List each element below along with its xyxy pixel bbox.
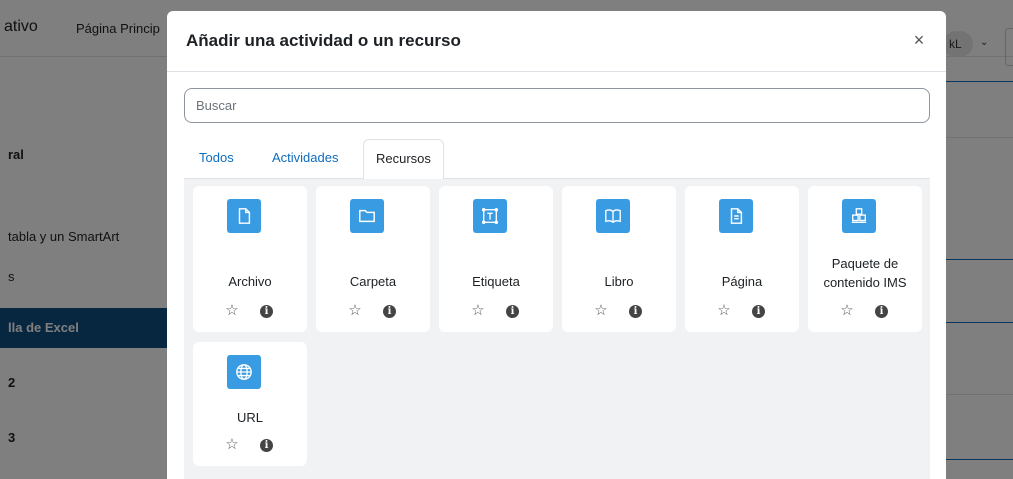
label-text-icon (473, 199, 507, 233)
info-icon[interactable]: i (383, 305, 396, 318)
module-card-url[interactable]: URL ☆ i (193, 342, 307, 466)
module-card-carpeta[interactable]: Carpeta ☆ i (316, 186, 430, 332)
star-icon[interactable]: ☆ (224, 303, 240, 319)
star-icon[interactable]: ☆ (716, 303, 732, 319)
info-icon[interactable]: i (752, 305, 765, 318)
modal-title: Añadir una actividad o un recurso (186, 31, 461, 50)
tab-recursos[interactable]: Recursos (363, 139, 444, 180)
resources-panel: Archivo ☆ i Carpeta ☆ i Etiqueta ☆ i Lib… (184, 179, 930, 479)
tab-actividades[interactable]: Actividades (260, 139, 350, 179)
module-name: Carpeta (349, 274, 397, 289)
module-card-archivo[interactable]: Archivo ☆ i (193, 186, 307, 332)
activity-chooser-modal: Añadir una actividad o un recurso × Todo… (167, 11, 946, 479)
folder-icon (350, 199, 384, 233)
module-card-libro[interactable]: Libro ☆ i (562, 186, 676, 332)
module-name: Paquete de contenido IMS (823, 256, 907, 290)
module-name: Página (721, 274, 763, 289)
globe-icon (227, 355, 261, 389)
module-card-etiqueta[interactable]: Etiqueta ☆ i (439, 186, 553, 332)
star-icon[interactable]: ☆ (839, 303, 855, 319)
search-input[interactable] (184, 88, 930, 123)
info-icon[interactable]: i (629, 305, 642, 318)
file-icon (227, 199, 261, 233)
tab-todos[interactable]: Todos (187, 139, 246, 179)
boxes-icon (842, 199, 876, 233)
module-name: URL (236, 410, 263, 425)
info-icon[interactable]: i (506, 305, 519, 318)
info-icon[interactable]: i (260, 305, 273, 318)
star-icon[interactable]: ☆ (347, 303, 363, 319)
star-icon[interactable]: ☆ (593, 303, 609, 319)
star-icon[interactable]: ☆ (470, 303, 486, 319)
info-icon[interactable]: i (260, 439, 273, 452)
module-card-pagina[interactable]: Página ☆ i (685, 186, 799, 332)
tab-list: Todos Actividades Recursos (184, 139, 930, 180)
book-icon (596, 199, 630, 233)
module-name: Etiqueta (472, 274, 520, 289)
info-icon[interactable]: i (875, 305, 888, 318)
close-icon[interactable]: × (911, 30, 927, 50)
module-card-paquete-ims[interactable]: Paquete de contenido IMS ☆ i (808, 186, 922, 332)
page-icon (719, 199, 753, 233)
module-name: Archivo (228, 274, 272, 289)
module-name: Libro (604, 274, 634, 289)
modal-header: Añadir una actividad o un recurso × (167, 11, 946, 72)
star-icon[interactable]: ☆ (224, 437, 240, 453)
